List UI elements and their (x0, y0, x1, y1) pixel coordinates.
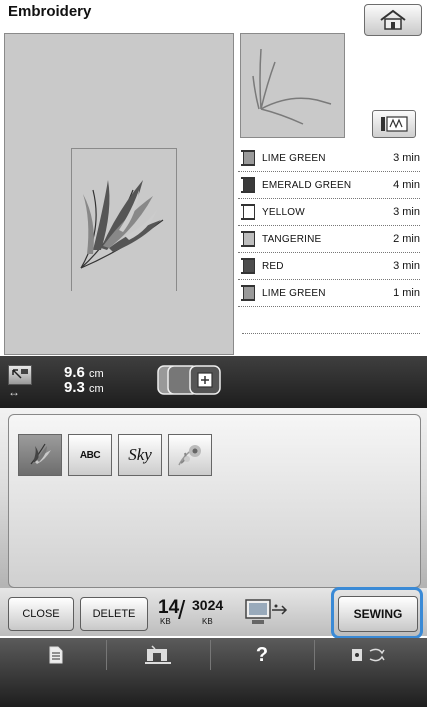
help-icon: ? (255, 643, 269, 666)
embroidery-patterns-button[interactable] (18, 434, 62, 476)
sewing-button-highlight (331, 587, 423, 639)
memory-used-unit: KB (160, 617, 171, 626)
thread-preview-thumbnail (240, 33, 345, 138)
thread-color-list: LIME GREEN 3 min EMERALD GREEN 4 min YEL… (238, 145, 420, 361)
help-button[interactable]: ? (214, 640, 310, 670)
thread-outline-image (252, 48, 332, 125)
thread-spool-icon (241, 258, 255, 274)
close-button[interactable]: CLOSE (8, 597, 74, 631)
thread-color-row-empty (242, 307, 420, 334)
thread-color-time: 3 min (393, 152, 420, 164)
thread-color-row[interactable]: EMERALD GREEN 4 min (238, 172, 420, 199)
delete-button[interactable]: DELETE (80, 597, 148, 631)
thread-spool-icon (241, 204, 255, 220)
design-width-readout: 9.3 cm (64, 379, 104, 396)
nav-separator (314, 640, 315, 670)
thread-spool-icon (381, 116, 408, 132)
thread-spool-icon (241, 231, 255, 247)
memory-separator: / (178, 595, 186, 625)
thread-color-row[interactable]: YELLOW 3 min (238, 199, 420, 226)
thread-color-time: 4 min (393, 179, 420, 191)
thread-color-name: LIME GREEN (262, 287, 326, 299)
thread-swap-button[interactable] (318, 640, 418, 670)
sewing-machine-icon (145, 645, 171, 664)
thread-spool-icon (241, 285, 255, 301)
memory-used-value: 14 (158, 597, 180, 618)
nav-separator (106, 640, 107, 670)
pattern-info-button[interactable] (10, 640, 102, 670)
thread-color-name: YELLOW (262, 206, 305, 218)
usb-media-icon (245, 599, 288, 624)
home-button[interactable] (364, 4, 422, 36)
embroidery-patterns-icon (30, 443, 51, 465)
machine-settings-button[interactable] (110, 640, 206, 670)
thread-color-name: LIME GREEN (262, 152, 326, 164)
floral-alphabet-button[interactable] (168, 434, 212, 476)
memory-total-unit: KB (202, 617, 213, 626)
thread-color-name: RED (262, 260, 284, 272)
character-fonts-button[interactable]: ABC (68, 434, 112, 476)
thread-color-name: EMERALD GREEN (262, 179, 352, 191)
thread-spool-icon (241, 177, 255, 193)
thread-color-name: TANGERINE (262, 233, 322, 245)
thread-color-row[interactable]: LIME GREEN 1 min (238, 280, 420, 307)
embroidery-preview-area (4, 33, 234, 355)
floral-alphabet-icon (178, 445, 201, 466)
width-arrow-icon: ↔ (8, 385, 20, 399)
alphabet-fonts-icon: ABC (79, 449, 101, 461)
memory-indicator: 14 / 3024 KB KB (158, 595, 238, 629)
thread-swap-icon (352, 648, 385, 662)
page-icon (49, 646, 63, 664)
nav-separator (210, 640, 211, 670)
thread-color-time: 3 min (393, 260, 420, 272)
design-size-icon (8, 365, 32, 385)
design-width-value: 9.3 (64, 379, 85, 396)
thread-spool-icon (241, 150, 255, 166)
thread-color-time: 2 min (393, 233, 420, 245)
thread-color-row[interactable]: LIME GREEN 3 min (238, 145, 420, 172)
sky-font-icon: Sky (128, 445, 152, 464)
thread-color-row[interactable]: RED 3 min (238, 253, 420, 280)
thread-color-time: 1 min (393, 287, 420, 299)
embroidery-frame-icon (157, 365, 221, 395)
page-title: Embroidery (8, 3, 92, 20)
thread-color-time: 3 min (393, 206, 420, 218)
design-width-unit: cm (89, 383, 104, 395)
memory-total-value: 3024 (192, 597, 224, 613)
sky-font-button[interactable]: Sky (118, 434, 162, 476)
embroidery-design-image (80, 180, 164, 269)
thread-color-row[interactable]: TANGERINE 2 min (238, 226, 420, 253)
thread-display-button[interactable] (372, 110, 416, 138)
home-icon (380, 9, 406, 30)
